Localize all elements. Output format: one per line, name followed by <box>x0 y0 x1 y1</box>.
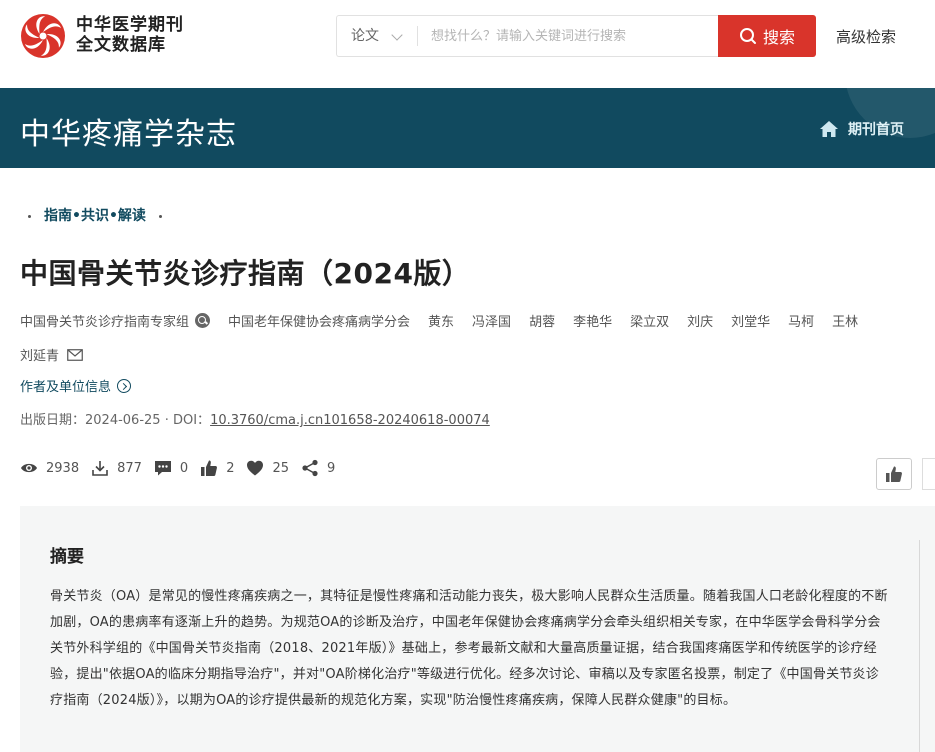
article-category[interactable]: 指南•共识•解读 <box>28 205 162 225</box>
chevron-right-circle-icon <box>117 378 132 393</box>
affiliation-label: 作者及单位信息 <box>20 380 112 395</box>
comments-count: 0 <box>179 460 189 476</box>
search-type-select[interactable]: 论文 <box>351 16 379 56</box>
views-count: 2938 <box>46 460 80 476</box>
bullet-dot <box>158 214 162 218</box>
author-group[interactable]: 中国骨关节炎诊疗指南专家组 <box>20 315 189 330</box>
journal-title[interactable]: 中华疼痛学杂志 <box>20 109 237 153</box>
chevron-down-icon[interactable] <box>391 29 403 41</box>
author-item[interactable]: 王林 <box>832 315 858 330</box>
advanced-search-link[interactable]: 高级检索 <box>836 26 896 47</box>
shares-count: 9 <box>327 460 336 476</box>
journal-home-link[interactable]: 期刊首页 <box>820 119 904 139</box>
abstract-heading: 摘要 <box>50 547 84 567</box>
comments-stat: 0 <box>154 459 188 477</box>
likes-stat[interactable]: 2 <box>200 459 234 477</box>
search-box: 论文 <box>336 15 718 57</box>
views-stat: 2938 <box>20 459 79 477</box>
author-item[interactable]: 梁立双 <box>630 315 669 330</box>
heart-icon <box>247 460 264 476</box>
top-header: 中华医学期刊 全文数据库 论文 搜索 高级检索 <box>0 0 935 88</box>
author-item[interactable]: 刘堂华 <box>731 315 770 330</box>
doi-link[interactable]: 10.3760/cma.j.cn101658-20240618-00074 <box>210 413 490 428</box>
corresponding-author-row: 刘延青 <box>20 345 83 364</box>
author-item[interactable]: 马柯 <box>788 315 814 330</box>
downloads-stat: 877 <box>91 459 142 477</box>
shares-stat[interactable]: 9 <box>301 459 335 477</box>
mail-icon[interactable] <box>67 348 83 361</box>
search-icon <box>739 28 756 44</box>
search-button[interactable]: 搜索 <box>718 15 816 57</box>
abstract-section: 摘要 骨关节炎（OA）是常见的慢性疼痛疾病之一，其特征是慢性疼痛和活动能力丧失，… <box>20 506 935 752</box>
comment-icon <box>154 461 171 476</box>
thumbs-up-icon <box>201 460 218 476</box>
author-item[interactable]: 黄东 <box>428 315 454 330</box>
article-title: 中国骨关节炎诊疗指南（2024版） <box>20 257 471 290</box>
pub-date-label: 出版日期： <box>20 413 86 428</box>
site-logo-text[interactable]: 中华医学期刊 全文数据库 <box>76 15 184 55</box>
home-icon <box>820 121 838 137</box>
author-item[interactable]: 李艳华 <box>573 315 612 330</box>
author-item[interactable]: 冯泽国 <box>472 315 511 330</box>
favorites-count: 25 <box>272 460 290 476</box>
downloads-count: 877 <box>117 460 142 476</box>
author-list: 中国骨关节炎诊疗指南专家组 中国老年保健协会疼痛病学分会 黄东 冯泽国 胡蓉 李艳华 梁立双… <box>20 311 935 330</box>
logo-icon[interactable] <box>20 13 66 59</box>
search-input[interactable] <box>431 16 711 56</box>
bullet-dot <box>28 214 31 218</box>
category-label: 指南•共识•解读 <box>44 208 146 224</box>
share-icon <box>302 459 318 477</box>
affiliation-info-link[interactable]: 作者及单位信息 <box>20 376 132 395</box>
author-item[interactable]: 中国老年保健协会疼痛病学分会 <box>228 315 410 330</box>
download-icon <box>92 461 108 476</box>
journal-home-label: 期刊首页 <box>848 122 904 138</box>
eye-icon <box>21 463 37 473</box>
side-toolbar-edge[interactable] <box>922 458 935 490</box>
doi-label: · DOI： <box>160 413 211 428</box>
thumbs-up-icon <box>886 466 902 482</box>
favorites-stat[interactable]: 25 <box>246 459 289 477</box>
journal-banner: 中华疼痛学杂志 期刊首页 <box>0 88 935 168</box>
corresponding-author[interactable]: 刘延青 <box>20 345 59 364</box>
pub-date: 2024-06-25 <box>85 413 161 428</box>
article-stats: 2938 877 0 2 25 9 <box>20 459 347 477</box>
abstract-divider <box>919 540 920 752</box>
logo-line-2: 全文数据库 <box>76 35 166 55</box>
author-item[interactable]: 刘庆 <box>687 315 713 330</box>
search-divider <box>417 26 418 46</box>
search-button-label: 搜索 <box>762 28 795 47</box>
like-button[interactable] <box>876 458 912 490</box>
publication-info: 出版日期：2024-06-25 · DOI：10.3760/cma.j.cn10… <box>20 409 490 428</box>
abstract-text: 骨关节炎（OA）是常见的慢性疼痛疾病之一，其特征是慢性疼痛和活动能力丧失，极大影… <box>50 589 888 708</box>
author-item[interactable]: 胡蓉 <box>529 315 555 330</box>
likes-count: 2 <box>226 460 235 476</box>
author-search-icon[interactable] <box>195 313 211 328</box>
logo-line-1: 中华医学期刊 <box>76 15 184 35</box>
